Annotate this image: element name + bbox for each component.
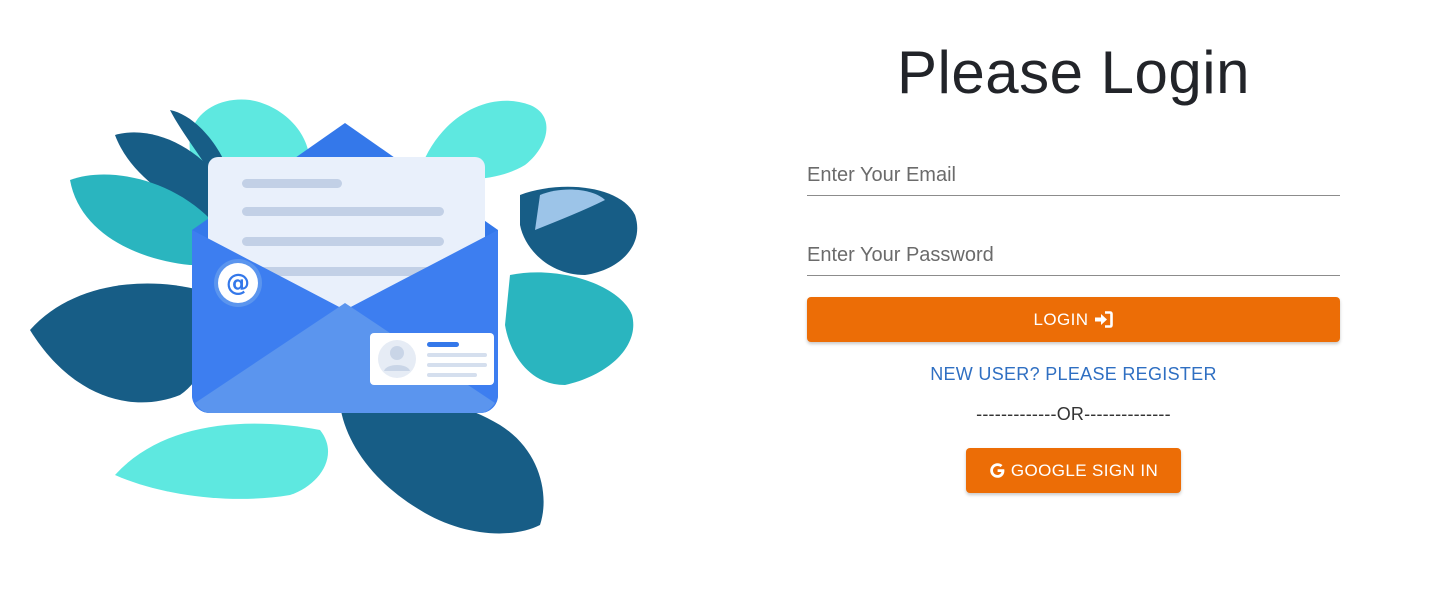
login-form: Please Login LOGIN NEW USER? PLEASE REGI… (807, 0, 1340, 598)
envelope-illustration: @ (30, 99, 638, 534)
or-divider: -------------OR-------------- (976, 404, 1171, 424)
at-symbol-icon: @ (226, 269, 250, 297)
envelope-icon: @ (192, 123, 498, 413)
login-button-label: LOGIN (1033, 309, 1089, 329)
login-page: @ Please Login LOGIN NEW USER? (0, 0, 1439, 598)
login-button[interactable]: LOGIN (807, 297, 1340, 342)
sign-in-icon (1094, 311, 1114, 328)
password-field[interactable] (807, 240, 1340, 276)
page-title: Please Login (897, 39, 1250, 106)
google-sign-in-button[interactable]: GOOGLE SIGN IN (966, 448, 1181, 493)
email-field[interactable] (807, 160, 1340, 196)
google-icon (989, 462, 1006, 479)
google-sign-in-label: GOOGLE SIGN IN (1010, 460, 1159, 480)
register-link[interactable]: NEW USER? PLEASE REGISTER (807, 364, 1340, 385)
